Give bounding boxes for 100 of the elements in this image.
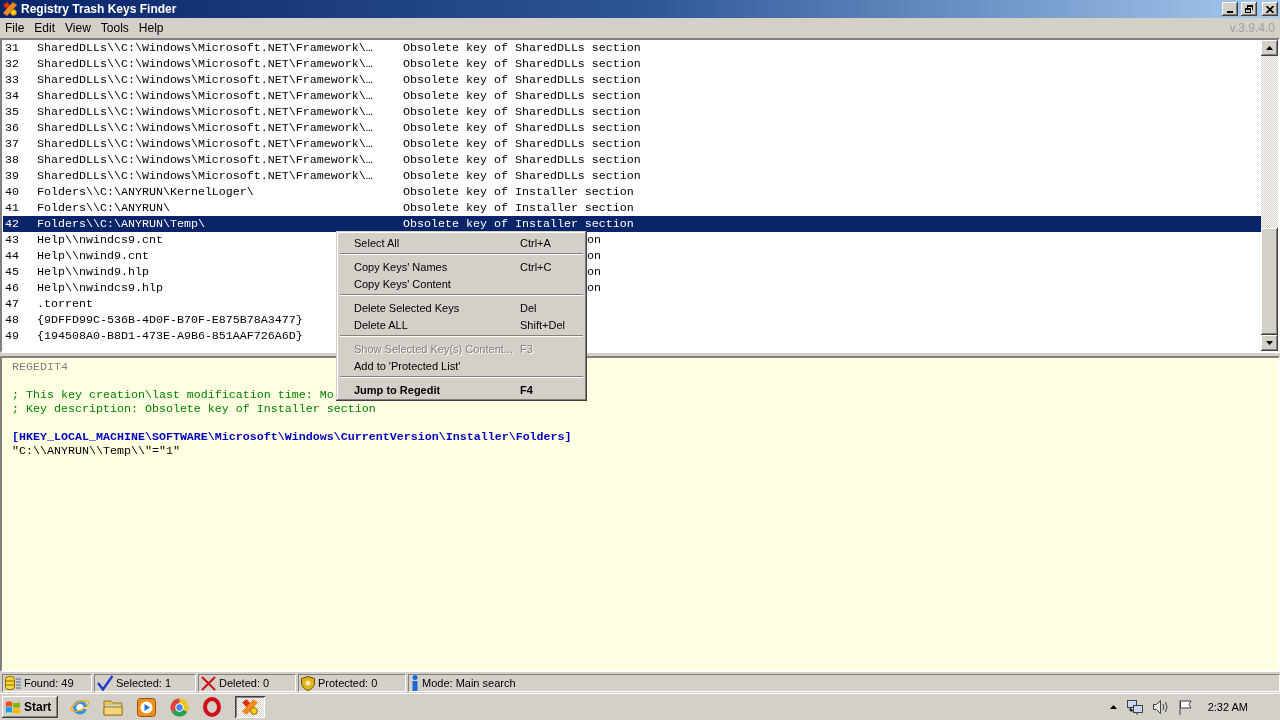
restore-icon: [1245, 5, 1253, 13]
close-button[interactable]: [1262, 2, 1278, 16]
key-path: SharedDLLs\\C:\Windows\Microsoft.NET\Framework\…: [37, 105, 373, 119]
menu-item[interactable]: File: [0, 20, 30, 36]
comment-line: ; This key creation\last modification time: Mo: [12, 388, 334, 402]
key-description: on: [587, 233, 601, 247]
registry-key-line: [HKEY_LOCAL_MACHINE\SOFTWARE\Microsoft\Windows\CurrentVersion\Installer\Folders]: [12, 430, 572, 444]
key-path: Folders\\C:\ANYRUN\: [37, 201, 170, 215]
row-number: 36: [5, 121, 19, 135]
row-number: 40: [5, 185, 19, 199]
row-number: 49: [5, 329, 19, 343]
taskbar-button[interactable]: [235, 696, 265, 718]
status-text: Selected: 1: [116, 676, 172, 690]
play-icon: [136, 697, 156, 717]
key-description: Obsolete key of SharedDLLs section: [403, 169, 641, 183]
key-description: on: [587, 265, 601, 279]
key-description: Obsolete key of SharedDLLs section: [403, 121, 641, 135]
row-number: 31: [5, 41, 19, 55]
minimize-button[interactable]: [1222, 2, 1238, 16]
scroll-down-button[interactable]: [1261, 335, 1278, 351]
row-number: 38: [5, 153, 19, 167]
context-menu-item[interactable]: Select All Ctrl+A: [339, 234, 584, 251]
scroll-up-button[interactable]: [1261, 40, 1278, 56]
menu-item[interactable]: Edit: [29, 20, 61, 36]
minimize-icon: [1227, 11, 1233, 13]
key-path: Help\\nwindcs9.hlp: [37, 281, 163, 295]
clock: 2:32 AM: [1207, 700, 1248, 714]
key-description: on: [587, 249, 601, 263]
key-path: SharedDLLs\\C:\Windows\Microsoft.NET\Framework\…: [37, 137, 373, 151]
key-path: {9DFFD99C-536B-4D0F-B70F-E875B78A3477}: [37, 313, 303, 327]
context-menu-item[interactable]: Delete ALL Shift+Del: [339, 316, 584, 333]
app-icon: [241, 698, 259, 716]
key-description: Obsolete key of SharedDLLs section: [403, 137, 641, 151]
key-path: SharedDLLs\\C:\Windows\Microsoft.NET\Framework\…: [37, 169, 373, 183]
context-menu-item[interactable]: Add to 'Protected List': [339, 357, 584, 374]
key-description: Obsolete key of SharedDLLs section: [403, 41, 641, 55]
key-path: Help\\nwindcs9.cnt: [37, 233, 163, 247]
caret-down-icon: [1266, 341, 1273, 345]
registry-value-line: "C:\\ANYRUN\\Temp\\"="1": [12, 444, 180, 458]
key-path: Folders\\C:\ANYRUN\Temp\: [37, 217, 205, 231]
row-number: 39: [5, 169, 19, 183]
selected-row[interactable]: 42 Folders\\C:\ANYRUN\Temp\ Obsolete key of Installer section: [3, 216, 1261, 232]
network-icon: [1126, 699, 1143, 715]
key-path: Folders\\C:\ANYRUN\KernelLoger\: [37, 185, 254, 199]
ring-icon: [203, 697, 221, 717]
row-number: 33: [5, 73, 19, 87]
window-title: Registry Trash Keys Finder: [21, 2, 177, 16]
cross-icon: [201, 675, 216, 691]
planet-icon: [70, 697, 90, 717]
key-path: SharedDLLs\\C:\Windows\Microsoft.NET\Framework\…: [37, 41, 373, 55]
check-icon: [97, 675, 113, 691]
info-icon: [411, 675, 419, 691]
key-description: Obsolete key of SharedDLLs section: [403, 57, 641, 71]
database-icon: [5, 675, 21, 691]
key-path: SharedDLLs\\C:\Windows\Microsoft.NET\Framework\…: [37, 57, 373, 71]
regedit-header: REGEDIT4: [12, 360, 68, 374]
status-text: Found: 49: [24, 676, 74, 690]
row-number: 42: [5, 217, 19, 231]
close-icon: [1266, 5, 1274, 13]
menu-item[interactable]: Help: [133, 20, 169, 36]
status-text: Protected: 0: [318, 676, 378, 690]
key-path: {194508A0-B8D1-473E-A9B6-851AAF726A6D}: [37, 329, 303, 343]
scrollbar-thumb[interactable]: [1261, 228, 1278, 335]
key-description: Obsolete key of Installer section: [403, 201, 634, 215]
start-button[interactable]: Start: [2, 696, 58, 718]
row-number: 35: [5, 105, 19, 119]
folder-icon: [103, 698, 123, 716]
app-icon: [2, 1, 18, 17]
logo-icon: [5, 699, 21, 715]
menu-item[interactable]: View: [60, 20, 96, 36]
key-path: SharedDLLs\\C:\Windows\Microsoft.NET\Framework\…: [37, 121, 373, 135]
restore-button[interactable]: [1241, 2, 1257, 16]
status-text: Deleted: 0: [219, 676, 270, 690]
row-number: 32: [5, 57, 19, 71]
row-number: 43: [5, 233, 19, 247]
row-number: 45: [5, 265, 19, 279]
context-menu-item[interactable]: Copy Keys' Names Ctrl+C: [339, 258, 584, 275]
key-path: Help\\nwind9.cnt: [37, 249, 149, 263]
key-description: Obsolete key of SharedDLLs section: [403, 73, 641, 87]
key-path: SharedDLLs\\C:\Windows\Microsoft.NET\Framework\…: [37, 73, 373, 87]
row-number: 34: [5, 89, 19, 103]
flag-icon: [1178, 699, 1192, 715]
circle-logo-icon: [169, 697, 189, 717]
menu-item[interactable]: Tools: [95, 20, 134, 36]
key-path: .torrent: [37, 297, 93, 311]
key-description: Obsolete key of SharedDLLs section: [403, 153, 641, 167]
row-number: 46: [5, 281, 19, 295]
caret-up-icon: [1109, 705, 1117, 709]
context-menu-item[interactable]: Delete Selected Keys Del: [339, 299, 584, 316]
taskbar-button[interactable]: [134, 696, 158, 718]
key-description: on: [587, 281, 601, 295]
comment-line: ; Key description: Obsolete key of Installer section: [12, 402, 376, 416]
key-description: Obsolete key of Installer section: [403, 185, 634, 199]
key-path: Help\\nwind9.hlp: [37, 265, 149, 279]
speaker-icon: [1152, 700, 1169, 714]
context-menu-item[interactable]: Jump to Regedit F4: [339, 381, 584, 398]
key-path: SharedDLLs\\C:\Windows\Microsoft.NET\Framework\…: [37, 153, 373, 167]
shield-icon: [301, 675, 315, 691]
key-description: Obsolete key of SharedDLLs section: [403, 89, 641, 103]
context-menu-item[interactable]: Copy Keys' Content: [339, 275, 584, 292]
